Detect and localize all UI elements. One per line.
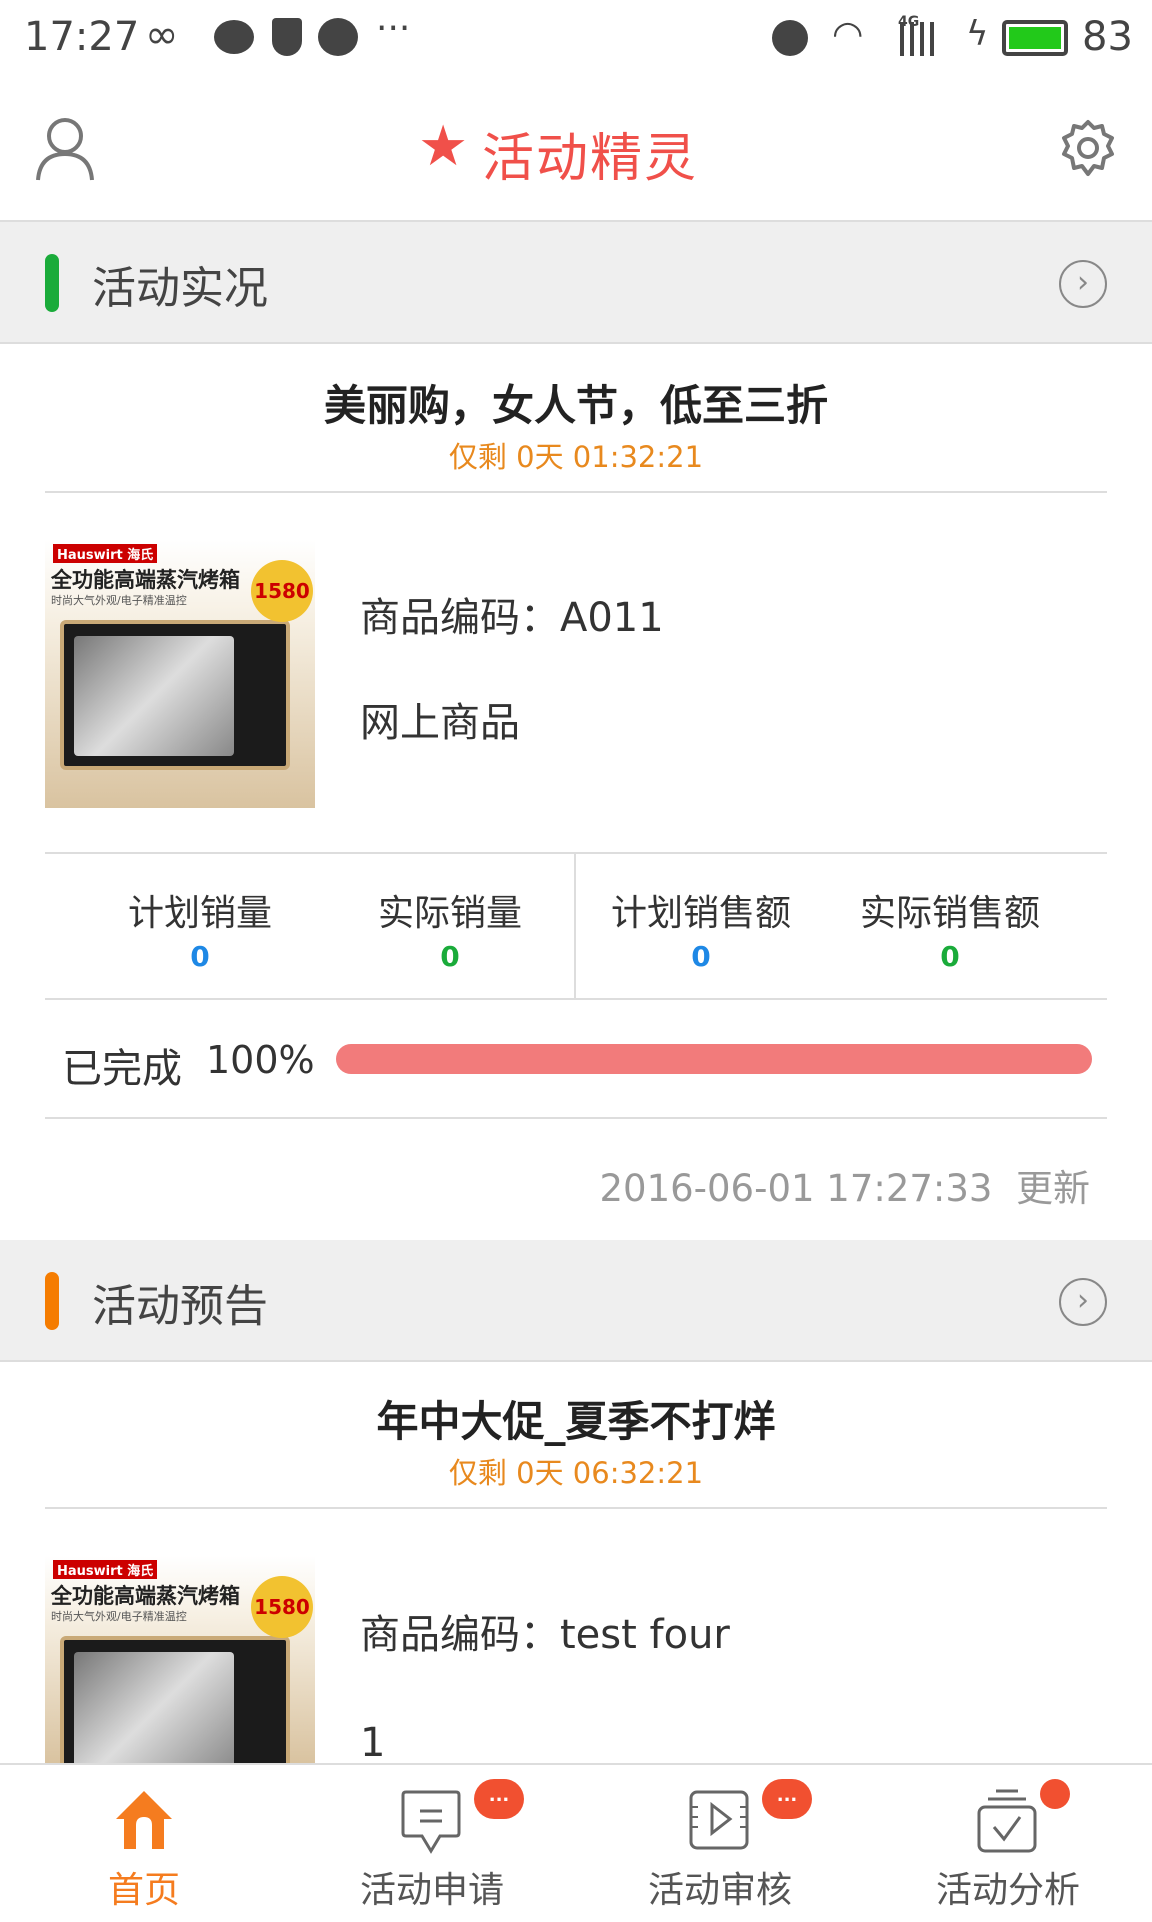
home-icon: [116, 1791, 172, 1849]
countdown: 仅剩 0天 01:32:21: [448, 440, 704, 474]
divider: [45, 491, 1107, 493]
progress-percent: 100%: [206, 1038, 315, 1082]
stat-value: 0: [691, 940, 711, 973]
signal-icon: [900, 22, 946, 56]
section-title: 活动预告: [92, 1281, 268, 1332]
section-accent-bar: [45, 1272, 59, 1330]
stat-label: 实际销量: [377, 893, 522, 934]
wifi-icon: ◠: [832, 14, 864, 55]
image-sub: 时尚大气外观/电子精准温控: [51, 594, 187, 607]
chat-bubble-icon: [214, 20, 254, 54]
section-title: 活动实况: [92, 263, 268, 314]
product-code: 商品编码：test four: [360, 1612, 730, 1658]
nav-analysis[interactable]: 活动分析: [864, 1765, 1152, 1922]
countdown: 仅剩 0天 06:32:21: [448, 1456, 704, 1490]
status-bar: 17:27 ∞ ··· ◠ 4G ϟ 83: [0, 0, 1152, 76]
section-header-preview[interactable]: 活动预告 ›: [0, 1240, 1152, 1362]
update-label: 更新: [1016, 1167, 1090, 1210]
settings-gear-icon[interactable]: [1058, 118, 1118, 178]
nav-label: 活动分析: [935, 1870, 1080, 1911]
product-type: 1: [360, 1720, 386, 1766]
stat-actual-amount: 实际销售额 0: [825, 884, 1075, 973]
app-header: ★ 活动精灵: [0, 76, 1152, 222]
charging-icon: ϟ: [966, 14, 989, 54]
stat-value: 0: [440, 940, 460, 973]
review-play-icon: [689, 1790, 749, 1850]
update-time: 2016-06-01 17:27:33: [599, 1167, 993, 1210]
progress-bar: [336, 1044, 1092, 1074]
image-headline: 全功能高端蒸汽烤箱: [51, 1584, 240, 1608]
nav-review[interactable]: ... 活动审核: [576, 1765, 864, 1922]
battery-level: 83: [1082, 14, 1133, 60]
logo-star-icon: ★: [418, 114, 469, 179]
user-icon[interactable]: [34, 116, 96, 182]
section-header-live[interactable]: 活动实况 ›: [0, 222, 1152, 344]
image-headline: 全功能高端蒸汽烤箱: [51, 568, 240, 592]
app-title: 活动精灵: [482, 129, 699, 189]
nav-label: 首页: [107, 1870, 180, 1911]
product-type: 网上商品: [360, 700, 520, 746]
product-image[interactable]: Hauswirt 海氏 全功能高端蒸汽烤箱 时尚大气外观/电子精准温控 1580: [45, 1556, 315, 1763]
nav-apply[interactable]: ... 活动申请: [288, 1765, 576, 1922]
status-time: 17:27: [24, 14, 140, 60]
update-info: 2016-06-01 17:27:33 更新: [600, 1158, 1091, 1212]
stat-label: 实际销售额: [859, 893, 1040, 934]
image-price: 1580: [251, 1576, 313, 1638]
more-icon: ···: [376, 8, 411, 49]
nav-label: 活动申请: [359, 1870, 504, 1911]
stat-planned-qty: 计划销量 0: [75, 884, 325, 973]
chevron-right-icon[interactable]: ›: [1059, 1278, 1107, 1326]
wechat-icon: [318, 18, 358, 56]
shield-icon: [272, 18, 302, 56]
infinity-icon: ∞: [145, 12, 179, 58]
message-icon: [401, 1790, 461, 1854]
divider: [45, 1507, 1107, 1509]
product-code: 商品编码：A011: [360, 595, 664, 641]
product-image[interactable]: Hauswirt 海氏 全功能高端蒸汽烤箱 时尚大气外观/电子精准温控 1580: [45, 540, 315, 808]
alarm-icon: [772, 20, 808, 56]
battery-icon: [1002, 20, 1068, 56]
notification-badge: ...: [474, 1779, 524, 1819]
activity-title: 美丽购，女人节，低至三折: [323, 381, 828, 430]
stat-value: 0: [940, 940, 960, 973]
notification-badge: ...: [762, 1779, 812, 1819]
stat-value: 0: [190, 940, 210, 973]
stat-label: 计划销售额: [610, 893, 791, 934]
analysis-check-icon: [977, 1789, 1037, 1853]
stat-actual-qty: 实际销量 0: [325, 884, 575, 973]
progress-fill: [336, 1044, 1092, 1074]
divider: [45, 1117, 1107, 1119]
image-sub: 时尚大气外观/电子精准温控: [51, 1610, 187, 1623]
nav-label: 活动审核: [647, 1870, 792, 1911]
notification-dot: [1040, 1779, 1070, 1809]
stat-label: 计划销量: [127, 893, 272, 934]
nav-home[interactable]: 首页: [0, 1765, 288, 1922]
section-accent-bar: [45, 254, 59, 312]
stat-planned-amount: 计划销售额 0: [576, 884, 826, 973]
stats-panel: 计划销量 0 实际销量 0 计划销售额 0 实际销售额 0: [45, 852, 1107, 1000]
chevron-right-icon[interactable]: ›: [1059, 260, 1107, 308]
image-price: 1580: [251, 560, 313, 622]
progress-label: 已完成: [62, 1046, 182, 1092]
activity-title: 年中大促_夏季不打烊: [376, 1397, 776, 1446]
image-brand: Hauswirt 海氏: [53, 544, 158, 563]
image-brand: Hauswirt 海氏: [53, 1560, 158, 1579]
bottom-nav: 首页 ... 活动申请 ... 活动审核 活动分析: [0, 1763, 1152, 1920]
